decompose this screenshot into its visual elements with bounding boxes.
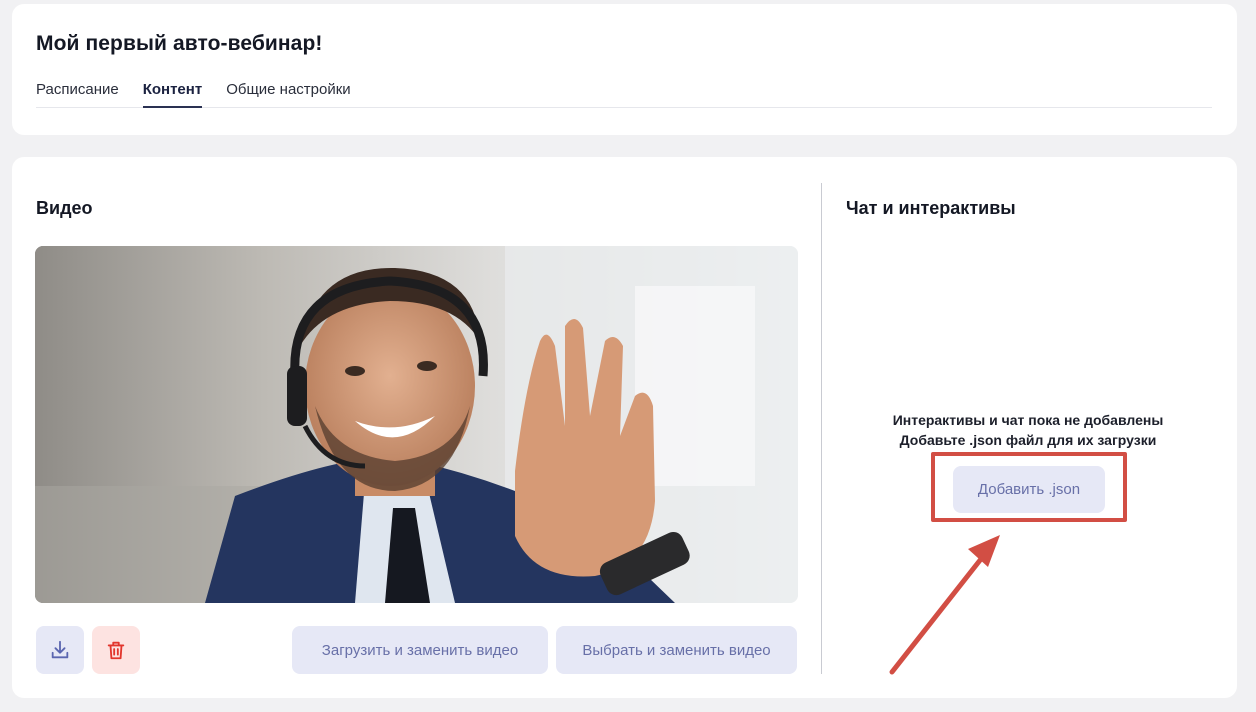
section-divider bbox=[821, 183, 822, 674]
download-icon bbox=[51, 640, 69, 659]
header-card: Мой первый авто-вебинар! Расписание Конт… bbox=[12, 4, 1237, 135]
annotation-highlight-box bbox=[931, 452, 1127, 522]
choose-replace-video-button[interactable]: Выбрать и заменить видео bbox=[556, 626, 797, 674]
page-title: Мой первый авто-вебинар! bbox=[36, 32, 323, 55]
upload-replace-video-button[interactable]: Загрузить и заменить видео bbox=[292, 626, 548, 674]
empty-state-message: Интерактивы и чат пока не добавлены bbox=[892, 412, 1164, 428]
tab-schedule[interactable]: Расписание bbox=[36, 80, 119, 108]
video-preview[interactable] bbox=[35, 246, 798, 603]
tab-general-settings[interactable]: Общие настройки bbox=[226, 80, 351, 108]
video-section-title: Видео bbox=[36, 198, 93, 218]
delete-video-button[interactable] bbox=[92, 626, 140, 674]
chat-section-title: Чат и интерактивы bbox=[846, 198, 1016, 218]
download-video-button[interactable] bbox=[36, 626, 84, 674]
video-thumbnail-image bbox=[35, 246, 798, 603]
empty-state-hint: Добавьте .json файл для их загрузки bbox=[899, 432, 1157, 448]
trash-icon bbox=[107, 641, 125, 660]
tab-bar: Расписание Контент Общие настройки bbox=[36, 80, 1212, 108]
annotation-arrow-icon bbox=[889, 535, 1000, 675]
tab-content[interactable]: Контент bbox=[142, 80, 203, 108]
content-card: Видео Загрузить и заменить видео Выбрать… bbox=[12, 157, 1237, 698]
